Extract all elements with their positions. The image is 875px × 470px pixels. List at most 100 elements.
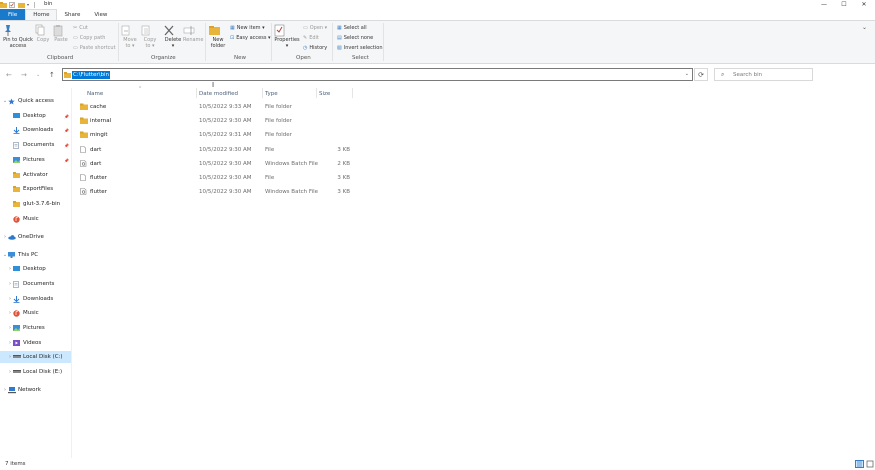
refresh-button[interactable]: ⟳: [694, 68, 708, 81]
maximize-button[interactable]: ☐: [834, 0, 854, 9]
paste-button[interactable]: Paste: [53, 24, 69, 44]
nav-item[interactable]: › Music: [0, 307, 71, 319]
search-box[interactable]: ⌕ Search bin: [714, 68, 813, 81]
paste-shortcut-label: Paste shortcut: [79, 44, 116, 51]
qat-dropdown-icon[interactable]: ▾: [27, 2, 32, 8]
pin-icon[interactable]: 📌: [64, 128, 69, 133]
new-item-icon: ▦: [230, 24, 235, 31]
pin-icon[interactable]: 📌: [64, 143, 69, 148]
address-bar[interactable]: C:\Flutter\bin ⌄: [62, 68, 693, 81]
close-button[interactable]: ✕: [854, 0, 874, 9]
nav-item[interactable]: › Network: [0, 384, 71, 396]
back-arrow-icon[interactable]: ←: [6, 71, 12, 79]
tab-home[interactable]: Home: [25, 9, 58, 20]
address-path[interactable]: C:\Flutter\bin: [72, 71, 111, 79]
expand-ribbon-icon[interactable]: ⌄: [862, 24, 867, 31]
paste-shortcut-button[interactable]: ▭ Paste shortcut: [73, 44, 116, 51]
tab-share[interactable]: Share: [57, 9, 87, 20]
properties-button[interactable]: Properties ▾: [274, 24, 300, 49]
up-arrow-icon[interactable]: ↑: [49, 71, 55, 79]
file-row[interactable]: flutter 10/5/2022 9:30 AM File 3 KB: [78, 172, 358, 185]
nav-item-label: Downloads: [23, 127, 54, 133]
tab-file[interactable]: File: [0, 9, 26, 20]
details-view-button[interactable]: [855, 460, 864, 468]
open-button[interactable]: ▭ Open ▾: [303, 24, 327, 31]
nav-item-label: This PC: [18, 252, 39, 258]
nav-item[interactable]: › Videos: [0, 337, 71, 349]
copy-path-button[interactable]: ▭ Copy path: [73, 34, 105, 41]
file-row[interactable]: internal 10/5/2022 9:30 AM File folder: [78, 115, 358, 128]
file-row[interactable]: mingit 10/5/2022 9:31 AM File folder: [78, 129, 358, 142]
properties-icon: [274, 24, 300, 37]
clipboard-group-label: Clipboard: [47, 55, 74, 61]
column-header-name[interactable]: Name: [87, 89, 103, 98]
file-row[interactable]: cache 10/5/2022 9:33 AM File folder: [78, 101, 358, 114]
pin-icon[interactable]: 📌: [64, 114, 69, 119]
nav-item[interactable]: › Desktop: [0, 263, 71, 275]
delete-button[interactable]: Delete ▾: [163, 24, 183, 49]
recent-locations-icon[interactable]: ⌄: [36, 72, 40, 78]
easy-access-button[interactable]: ⊡ Easy access ▾: [230, 34, 271, 41]
nav-item[interactable]: › Downloads: [0, 293, 71, 305]
invert-selection-button[interactable]: ▧ Invert selection: [337, 44, 383, 51]
nav-item[interactable]: Documents 📌: [0, 139, 71, 151]
copy-button[interactable]: Copy: [35, 24, 51, 44]
move-to-button[interactable]: Move to ▾: [121, 24, 139, 49]
properties-qat-icon[interactable]: [9, 1, 16, 8]
open-label: Open ▾: [309, 24, 328, 31]
column-separator[interactable]: [262, 88, 263, 98]
column-header-type[interactable]: Type: [265, 89, 278, 98]
desktop-icon: [13, 266, 20, 272]
select-none-button[interactable]: ▤ Select none: [337, 34, 373, 41]
nav-item[interactable]: glut-3.7.6-bin: [0, 198, 71, 210]
nav-item[interactable]: › Local Disk (C:): [0, 351, 71, 363]
forward-arrow-icon[interactable]: →: [21, 71, 27, 79]
edit-button[interactable]: ✎ Edit: [303, 34, 319, 41]
nav-item-label: OneDrive: [18, 234, 44, 240]
nav-item-label: Activator: [23, 172, 48, 178]
column-separator[interactable]: [352, 88, 353, 98]
nav-item[interactable]: Downloads 📌: [0, 124, 71, 136]
pane-divider[interactable]: [71, 88, 72, 458]
file-row[interactable]: dart 10/5/2022 9:30 AM File 3 KB: [78, 144, 358, 157]
nav-item[interactable]: › Pictures: [0, 322, 71, 334]
column-separator[interactable]: [196, 88, 197, 98]
select-all-button[interactable]: ▦ Select all: [337, 24, 367, 31]
nav-item[interactable]: ⌄ Quick access: [0, 95, 71, 107]
new-folder-qat-icon[interactable]: [18, 2, 25, 8]
documents-icon: [13, 142, 20, 149]
file-row[interactable]: flutter 10/5/2022 9:30 AM Windows Batch Fi…: [78, 186, 358, 199]
quick-access-toolbar: ▾: [0, 1, 36, 8]
nav-item[interactable]: ExportFiles: [0, 183, 71, 195]
nav-item[interactable]: › OneDrive: [0, 231, 71, 243]
new-folder-button[interactable]: New folder: [208, 24, 228, 49]
history-button[interactable]: ◷ History: [303, 44, 327, 51]
nav-item[interactable]: › Local Disk (E:): [0, 366, 71, 378]
nav-item[interactable]: › Documents: [0, 278, 71, 290]
minimize-button[interactable]: —: [814, 0, 834, 9]
column-separator[interactable]: [316, 88, 317, 98]
paste-label: Paste: [54, 37, 68, 43]
copy-to-icon: [141, 24, 159, 37]
column-header-size[interactable]: Size: [319, 89, 330, 98]
file-type: Windows Batch File: [265, 160, 319, 167]
nav-item[interactable]: Music: [0, 213, 71, 225]
cut-button[interactable]: ✂ Cut: [73, 24, 88, 31]
address-dropdown-icon[interactable]: ⌄: [685, 71, 689, 77]
pin-to-quick-access-button[interactable]: Pin to Quick access: [3, 24, 33, 49]
copy-to-button[interactable]: Copy to ▾: [141, 24, 159, 49]
file-row[interactable]: dart 10/5/2022 9:30 AM Windows Batch File 2…: [78, 158, 358, 171]
new-item-button[interactable]: ▦ New item ▾: [230, 24, 265, 31]
pin-icon[interactable]: 📌: [64, 158, 69, 163]
rename-button[interactable]: Rename: [183, 24, 204, 44]
nav-item[interactable]: Desktop 📌: [0, 110, 71, 122]
large-icons-view-button[interactable]: [866, 460, 874, 468]
column-header-date-modified[interactable]: Date modified: [199, 89, 238, 98]
nav-item-label: glut-3.7.6-bin: [23, 201, 61, 207]
nav-item[interactable]: Pictures 📌: [0, 154, 71, 166]
nav-item[interactable]: Activator: [0, 169, 71, 181]
tab-view[interactable]: View: [87, 9, 114, 20]
navigation-pane: ⌄ Quick access Desktop 📌 Downloads 📌 Documents…: [0, 92, 71, 458]
nav-item[interactable]: ⌄ This PC: [0, 249, 71, 261]
file-name: dart: [90, 146, 102, 153]
